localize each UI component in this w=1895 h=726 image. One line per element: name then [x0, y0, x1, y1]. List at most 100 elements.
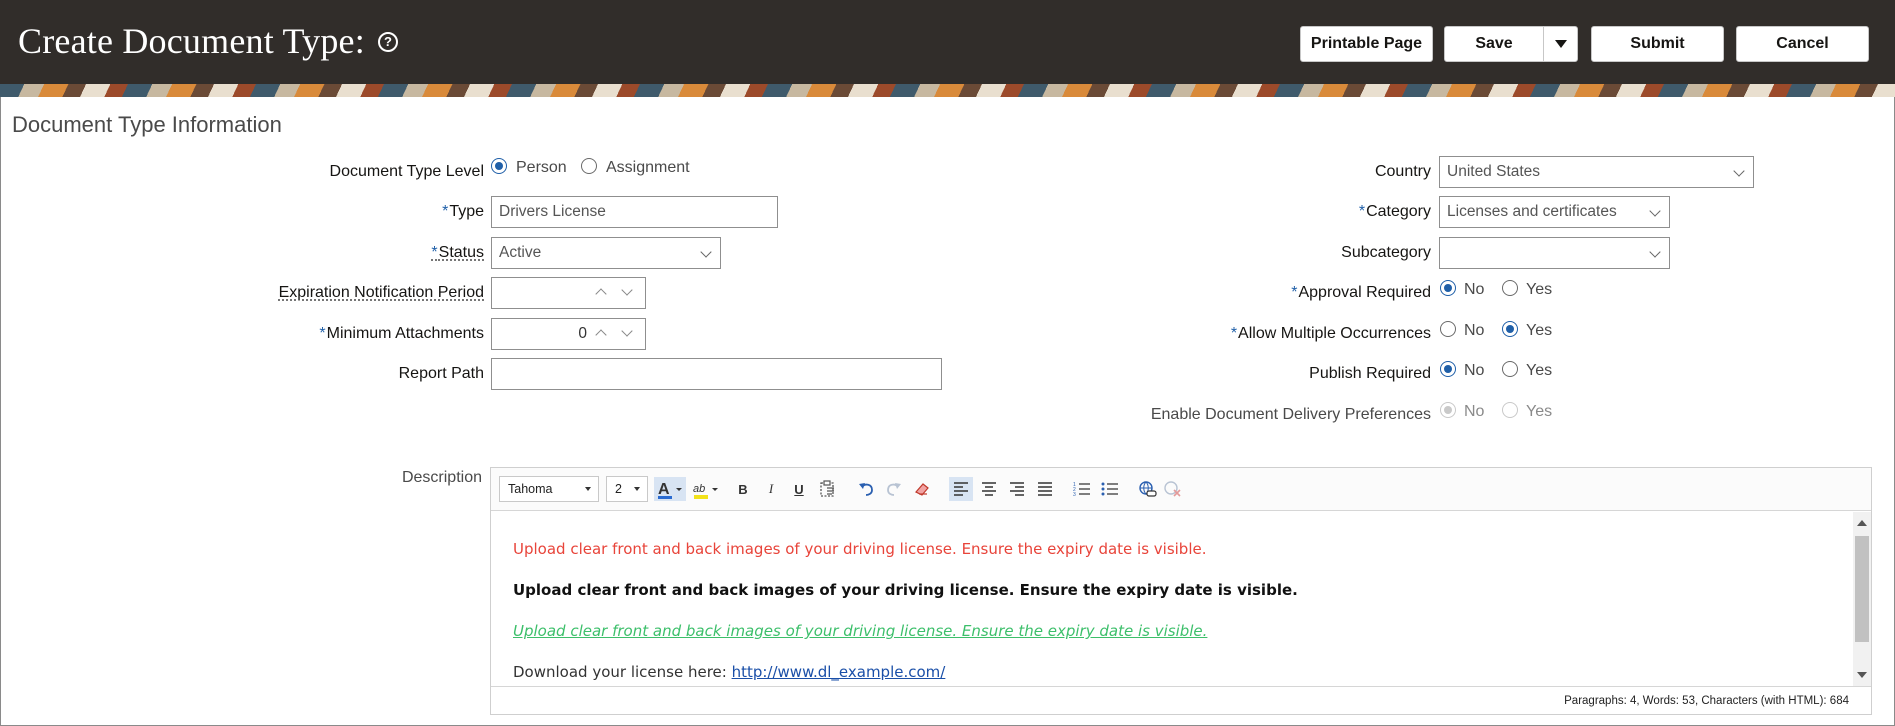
font-size-select[interactable]: 2	[606, 476, 648, 502]
download-prefix: Download your license here:	[513, 663, 732, 681]
paragraph-bold: Upload clear front and back images of yo…	[513, 581, 1298, 599]
align-center-button[interactable]	[977, 477, 1001, 501]
description-editor: Tahoma 2 A ab B I U 1 2 3 Upload clear f…	[490, 467, 1872, 715]
insert-link-button[interactable]	[1136, 477, 1160, 501]
svg-text:3: 3	[1073, 492, 1076, 497]
editor-toolbar: Tahoma 2 A ab B I U 1 2 3	[491, 468, 1871, 511]
category-select[interactable]: Licenses and certificates	[1439, 196, 1670, 228]
redo-icon	[887, 483, 901, 496]
chevron-down-icon	[1649, 205, 1661, 217]
type-label: *Type	[442, 203, 484, 221]
section-title: Document Type Information	[12, 112, 282, 137]
highlight-color-button[interactable]: ab	[690, 477, 722, 501]
cancel-button[interactable]: Cancel	[1736, 26, 1869, 62]
required-marker: *	[1358, 203, 1366, 220]
country-label: Country	[1374, 163, 1431, 180]
publish-required-no-radio[interactable]	[1440, 361, 1456, 377]
approval-required-label: *Approval Required	[1291, 284, 1431, 302]
save-menu-button[interactable]	[1543, 26, 1578, 62]
font-family-select[interactable]: Tahoma	[499, 476, 599, 502]
numbered-list-button[interactable]: 123	[1070, 477, 1094, 501]
publish-required-label: Publish Required	[1309, 365, 1431, 382]
align-right-button[interactable]	[1005, 477, 1029, 501]
paragraph-green: Upload clear front and back images of yo…	[513, 622, 1208, 640]
approval-required-no-radio[interactable]	[1440, 280, 1456, 296]
category-label-text: Category	[1366, 203, 1431, 220]
status-select-value: Active	[499, 244, 542, 261]
underline-button[interactable]: U	[787, 477, 811, 501]
undo-icon	[859, 483, 873, 496]
increment-icon[interactable]	[595, 288, 607, 300]
font-color-button[interactable]: A	[654, 477, 686, 501]
scroll-down-icon[interactable]	[1857, 672, 1867, 678]
person-radio[interactable]	[491, 158, 507, 174]
chevron-down-icon	[1554, 40, 1567, 48]
scroll-up-icon[interactable]	[1857, 520, 1867, 526]
status-label: *Status	[431, 244, 484, 262]
decrement-icon[interactable]	[621, 284, 633, 296]
page-title: Create Document Type:	[18, 21, 365, 61]
download-link[interactable]: http://www.dl_example.com/	[732, 663, 946, 681]
type-input[interactable]: Drivers License	[491, 196, 778, 228]
country-select[interactable]: United States	[1439, 156, 1754, 188]
submit-button[interactable]: Submit	[1591, 26, 1724, 62]
decrement-icon[interactable]	[621, 325, 633, 337]
bulleted-list-button[interactable]	[1098, 477, 1122, 501]
status-label-text: Status	[438, 244, 484, 261]
scrollbar-thumb[interactable]	[1855, 536, 1869, 642]
delivery-preferences-yes-label: Yes	[1526, 403, 1553, 420]
delivery-preferences-no-radio	[1440, 402, 1456, 418]
editor-status-bar: Paragraphs: 4, Words: 53, Characters (wi…	[491, 686, 1871, 715]
approval-required-yes-radio[interactable]	[1502, 280, 1518, 296]
enable-document-delivery-preferences-label: Enable Document Delivery Preferences	[1150, 406, 1431, 423]
help-icon[interactable]: ?	[378, 32, 398, 52]
status-select[interactable]: Active	[491, 237, 721, 269]
remove-link-button[interactable]	[1161, 477, 1185, 501]
align-right-icon	[1010, 482, 1024, 496]
bulleted-list-icon	[1101, 482, 1118, 496]
align-left-button[interactable]	[949, 477, 973, 501]
justify-button[interactable]	[1033, 477, 1057, 501]
redo-button[interactable]	[882, 477, 906, 501]
report-path-input[interactable]	[491, 358, 942, 390]
required-marker: *	[319, 325, 326, 342]
expiration-notification-period-label: Expiration Notification Period	[278, 284, 484, 301]
svg-text:A: A	[658, 481, 670, 498]
required-marker: *	[1291, 284, 1298, 301]
assignment-radio[interactable]	[581, 158, 597, 174]
approval-required-label-text: Approval Required	[1298, 284, 1431, 301]
paste-button[interactable]	[816, 477, 840, 501]
allow-multiple-yes-radio[interactable]	[1502, 321, 1518, 337]
chevron-down-icon	[634, 487, 640, 491]
align-left-icon	[954, 482, 968, 496]
font-family-value: Tahoma	[508, 482, 553, 496]
publish-required-yes-radio[interactable]	[1502, 361, 1518, 377]
save-button[interactable]: Save	[1444, 26, 1544, 62]
clear-formatting-button[interactable]	[910, 477, 934, 501]
justify-icon	[1038, 482, 1052, 496]
report-path-label: Report Path	[398, 365, 484, 382]
undo-button[interactable]	[854, 477, 878, 501]
editor-scrollbar[interactable]	[1853, 512, 1871, 686]
allow-multiple-no-label: No	[1464, 322, 1485, 339]
minimum-attachments-input[interactable]: 0	[491, 318, 646, 350]
bold-button[interactable]: B	[731, 477, 755, 501]
link-icon	[1139, 481, 1157, 497]
assignment-radio-label: Assignment	[606, 159, 690, 176]
highlight-icon: ab	[693, 483, 718, 499]
country-select-value: United States	[1447, 163, 1541, 180]
increment-icon[interactable]	[595, 329, 607, 341]
chevron-down-icon	[585, 487, 591, 491]
approval-required-yes-label: Yes	[1526, 281, 1553, 298]
printable-page-button[interactable]: Printable Page	[1300, 26, 1433, 62]
allow-multiple-no-radio[interactable]	[1440, 321, 1456, 337]
expiration-notification-period-input[interactable]	[491, 277, 646, 309]
category-select-value: Licenses and certificates	[1447, 203, 1617, 220]
minimum-attachments-value: 0	[578, 325, 587, 342]
editor-content[interactable]: Upload clear front and back images of yo…	[491, 512, 1855, 686]
subcategory-select[interactable]	[1439, 237, 1670, 269]
italic-button[interactable]: I	[759, 477, 783, 501]
minimum-attachments-label-text: Minimum Attachments	[326, 325, 484, 342]
publish-required-no-label: No	[1464, 362, 1485, 379]
allow-multiple-occurrences-label-text: Allow Multiple Occurrences	[1238, 325, 1431, 342]
